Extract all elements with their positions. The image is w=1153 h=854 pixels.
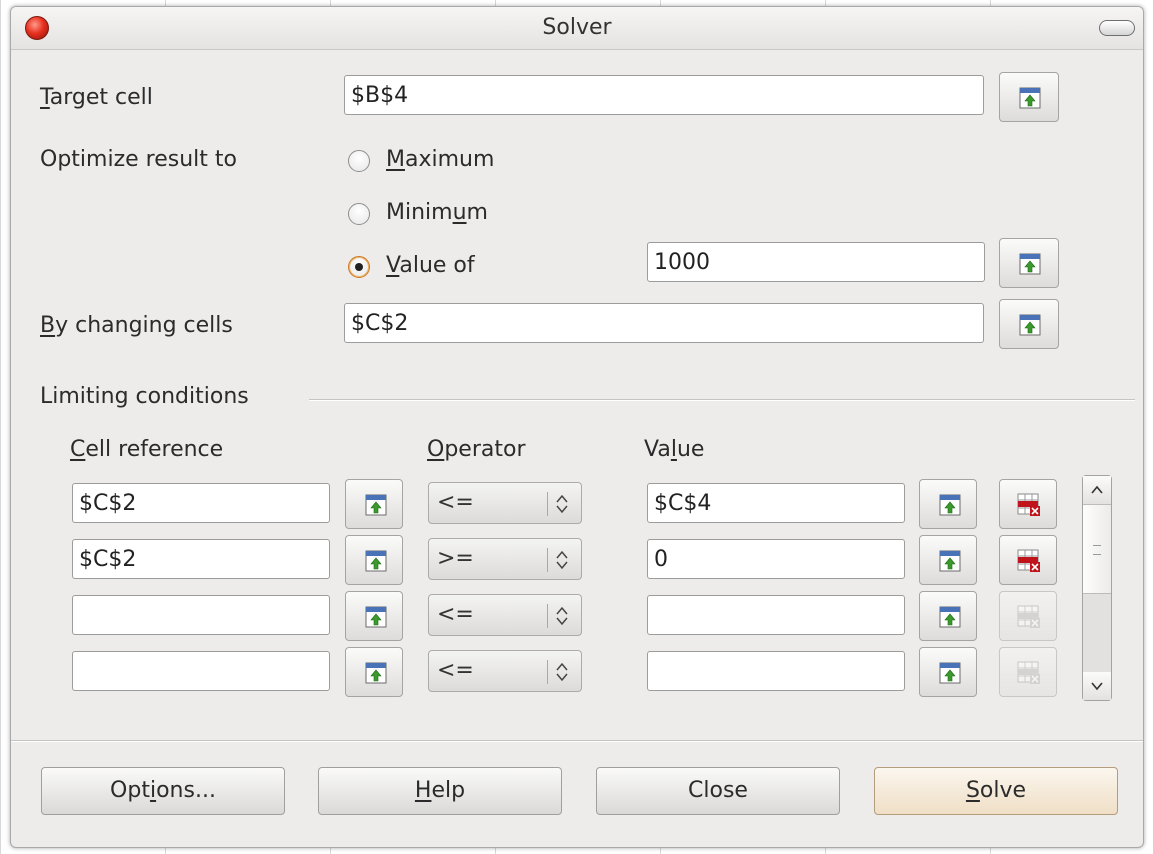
shrink-dialog-icon <box>365 550 387 572</box>
changing-cells-label: By changing cells <box>40 313 233 338</box>
shrink-dialog-icon <box>365 494 387 516</box>
remove-condition-button[interactable] <box>999 535 1057 585</box>
delete-row-icon <box>1017 605 1040 628</box>
maximum-radio[interactable] <box>348 150 370 172</box>
condition-value-shrink-button[interactable] <box>919 647 977 697</box>
optimize-label: Optimize result to <box>40 147 237 172</box>
button-separator <box>11 740 1143 742</box>
maximum-label[interactable]: Maximum <box>386 147 494 172</box>
shrink-dialog-icon <box>939 606 961 628</box>
operator-value: <= <box>437 490 474 515</box>
combo-separator <box>547 548 548 572</box>
condition-value-input[interactable] <box>647 595 905 635</box>
combo-separator <box>547 660 548 684</box>
condition-cell-input[interactable] <box>72 651 330 691</box>
minimum-radio[interactable] <box>348 203 370 225</box>
title-bar: Solver <box>11 7 1143 50</box>
delete-row-icon <box>1017 661 1040 684</box>
changing-cells-input[interactable] <box>344 303 984 343</box>
combo-separator <box>547 492 548 516</box>
value-of-radio[interactable] <box>348 256 370 278</box>
limiting-conditions-label: Limiting conditions <box>40 384 249 409</box>
scroll-down-button[interactable] <box>1083 672 1111 700</box>
target-cell-shrink-button[interactable] <box>999 72 1059 122</box>
shrink-dialog-icon <box>939 550 961 572</box>
shrink-dialog-icon <box>365 662 387 684</box>
condition-value-input[interactable] <box>647 539 905 579</box>
solve-button[interactable]: Solve <box>874 767 1118 815</box>
condition-cell-input[interactable] <box>72 483 330 523</box>
operator-select[interactable]: >= <box>428 538 582 580</box>
cell-reference-header: Cell reference <box>70 437 224 462</box>
condition-cell-input[interactable] <box>72 595 330 635</box>
group-separator <box>309 399 1135 401</box>
solver-dialog: Solver Target cell Optimize result to Ma… <box>10 6 1144 848</box>
scroll-thumb[interactable] <box>1083 504 1111 594</box>
value-of-shrink-button[interactable] <box>999 238 1059 288</box>
shrink-dialog-icon <box>939 662 961 684</box>
scroll-up-button[interactable] <box>1083 476 1111 504</box>
help-button[interactable]: Help <box>318 767 562 815</box>
condition-cell-shrink-button[interactable] <box>345 479 403 529</box>
conditions-scrollbar[interactable] <box>1082 475 1112 701</box>
spin-arrows-icon <box>556 606 568 626</box>
target-cell-input[interactable] <box>344 75 984 115</box>
shrink-dialog-icon <box>1019 314 1041 336</box>
dialog-title: Solver <box>542 15 612 40</box>
chevron-down-icon <box>1091 682 1103 691</box>
target-cell-label: Target cell <box>40 85 153 110</box>
value-of-input[interactable] <box>647 242 985 282</box>
remove-condition-button[interactable] <box>999 479 1057 529</box>
spin-arrows-icon <box>556 550 568 570</box>
grip-icon <box>1093 545 1101 555</box>
condition-value-input[interactable] <box>647 651 905 691</box>
operator-value: <= <box>437 658 474 683</box>
condition-cell-shrink-button[interactable] <box>345 535 403 585</box>
shrink-dialog-icon <box>1019 253 1041 275</box>
value-of-label[interactable]: Value of <box>386 253 475 278</box>
shrink-dialog-icon <box>365 606 387 628</box>
condition-cell-shrink-button[interactable] <box>345 647 403 697</box>
remove-condition-button-disabled <box>999 591 1057 641</box>
combo-separator <box>547 604 548 628</box>
condition-value-shrink-button[interactable] <box>919 591 977 641</box>
delete-row-icon <box>1017 493 1040 516</box>
condition-cell-shrink-button[interactable] <box>345 591 403 641</box>
condition-value-shrink-button[interactable] <box>919 479 977 529</box>
shrink-dialog-icon <box>1019 87 1041 109</box>
operator-select[interactable]: <= <box>428 594 582 636</box>
operator-select[interactable]: <= <box>428 482 582 524</box>
options-button[interactable]: Options... <box>41 767 285 815</box>
condition-value-input[interactable] <box>647 483 905 523</box>
condition-cell-input[interactable] <box>72 539 330 579</box>
operator-value: <= <box>437 602 474 627</box>
remove-condition-button-disabled <box>999 647 1057 697</box>
condition-value-shrink-button[interactable] <box>919 535 977 585</box>
minimum-label[interactable]: Minimum <box>386 200 488 225</box>
delete-row-icon <box>1017 549 1040 572</box>
operator-header: Operator <box>427 437 526 462</box>
spin-arrows-icon <box>556 662 568 682</box>
spin-arrows-icon <box>556 494 568 514</box>
close-button[interactable]: Close <box>596 767 840 815</box>
operator-value: >= <box>437 546 474 571</box>
chevron-up-icon <box>1091 485 1103 494</box>
shrink-dialog-icon <box>939 494 961 516</box>
changing-cells-shrink-button[interactable] <box>999 299 1059 349</box>
shade-window-icon[interactable] <box>1099 20 1135 36</box>
value-header: Value <box>644 437 705 462</box>
operator-select[interactable]: <= <box>428 650 582 692</box>
